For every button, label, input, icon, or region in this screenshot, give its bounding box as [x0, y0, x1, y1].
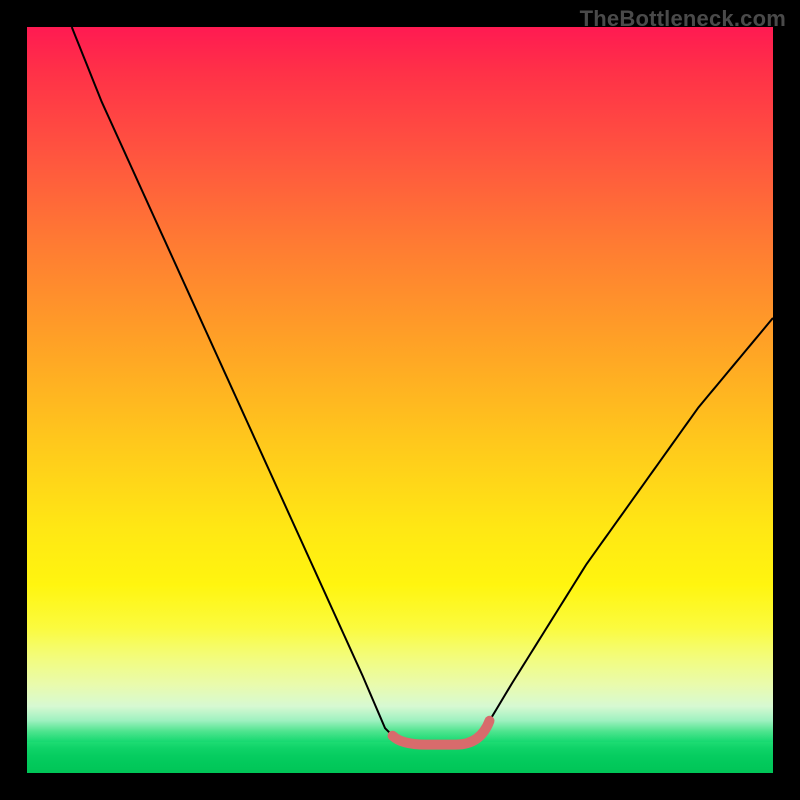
chart-outer-frame: TheBottleneck.com — [0, 0, 800, 800]
curve-layer — [27, 27, 773, 773]
bottleneck-flat-highlight — [393, 721, 490, 745]
watermark-text: TheBottleneck.com — [580, 6, 786, 32]
plot-area — [27, 27, 773, 773]
bottleneck-curve-left — [72, 27, 393, 736]
bottleneck-curve-right — [490, 318, 773, 721]
